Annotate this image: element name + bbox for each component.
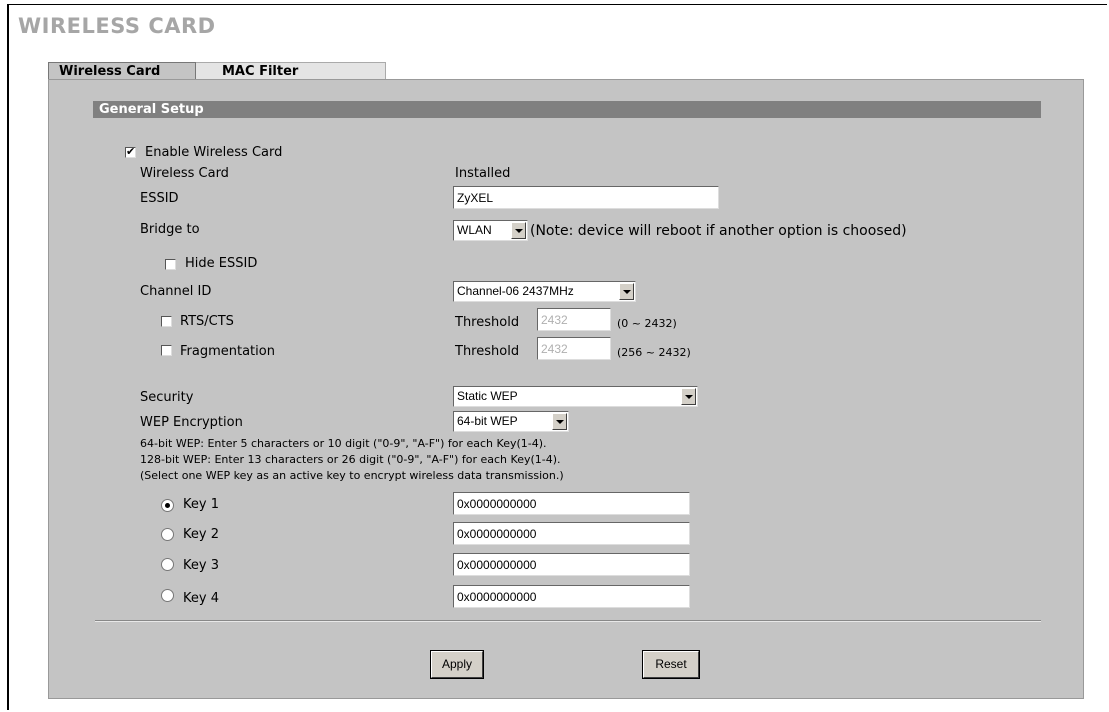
wep-note-128bit: 128-bit WEP: Enter 13 characters or 26 d… (140, 453, 561, 466)
key-1-radio[interactable] (161, 499, 174, 512)
wep-encryption-label: WEP Encryption (140, 415, 243, 430)
bridge-to-label: Bridge to (140, 222, 200, 237)
wireless-card-status: Installed (455, 166, 511, 181)
section-header-general-setup: General Setup (93, 101, 1041, 118)
key-4-radio[interactable] (161, 589, 174, 602)
key-2-input[interactable]: 0x0000000000 (453, 522, 690, 545)
divider (95, 620, 1041, 622)
channel-id-select[interactable]: Channel-06 2437MHz (453, 281, 636, 302)
essid-label: ESSID (140, 191, 179, 206)
wep-note-select-key: (Select one WEP key as an active key to … (140, 469, 564, 482)
key-3-radio[interactable] (161, 558, 174, 571)
security-select[interactable]: Static WEP (453, 386, 698, 407)
rts-cts-label: RTS/CTS (180, 314, 234, 329)
hide-essid-checkbox[interactable] (165, 259, 176, 270)
fragmentation-checkbox[interactable] (161, 345, 172, 356)
key-2-radio[interactable] (161, 528, 174, 541)
chevron-down-icon (681, 388, 696, 405)
wep-encryption-select[interactable]: 64-bit WEP (453, 411, 569, 432)
tab-mac-filter[interactable]: MAC Filter (196, 62, 386, 79)
security-value: Static WEP (457, 389, 518, 403)
rts-threshold-input[interactable]: 2432 (537, 308, 611, 331)
chevron-down-icon (552, 413, 567, 430)
wep-note-64bit: 64-bit WEP: Enter 5 characters or 10 dig… (140, 437, 547, 450)
key-1-input[interactable]: 0x0000000000 (453, 492, 690, 515)
key-1-label: Key 1 (183, 497, 219, 512)
channel-id-value: Channel-06 2437MHz (457, 284, 574, 298)
tab-wireless-card[interactable]: Wireless Card (48, 62, 196, 79)
rts-threshold-range: (0 ~ 2432) (617, 317, 677, 330)
enable-wireless-card-label: Enable Wireless Card (145, 145, 283, 160)
enable-wireless-card-checkbox[interactable] (125, 145, 136, 159)
page-title: WIRELESS CARD (18, 14, 216, 38)
apply-button[interactable]: Apply (430, 650, 484, 679)
rts-cts-checkbox[interactable] (161, 316, 172, 327)
fragmentation-threshold-input[interactable]: 2432 (537, 337, 611, 360)
bridge-to-select[interactable]: WLAN (453, 220, 528, 241)
key-4-label: Key 4 (183, 591, 219, 606)
rts-threshold-label: Threshold (455, 315, 520, 330)
key-4-input[interactable]: 0x0000000000 (453, 585, 690, 608)
hide-essid-label: Hide ESSID (185, 256, 258, 271)
fragmentation-label: Fragmentation (180, 344, 275, 359)
key-3-input[interactable]: 0x0000000000 (453, 553, 690, 576)
channel-id-label: Channel ID (140, 284, 212, 299)
key-3-label: Key 3 (183, 558, 219, 573)
bridge-to-value: WLAN (457, 223, 492, 237)
reset-button[interactable]: Reset (642, 650, 700, 679)
fragmentation-threshold-label: Threshold (455, 344, 520, 359)
fragmentation-threshold-range: (256 ~ 2432) (617, 346, 691, 359)
chevron-down-icon (619, 283, 634, 300)
chevron-down-icon (511, 222, 526, 239)
security-label: Security (140, 390, 194, 405)
key-2-label: Key 2 (183, 527, 219, 542)
bridge-to-note: (Note: device will reboot if another opt… (530, 223, 907, 239)
wireless-card-label: Wireless Card (140, 166, 229, 181)
essid-input[interactable]: ZyXEL (453, 186, 719, 209)
wep-encryption-value: 64-bit WEP (457, 414, 518, 428)
